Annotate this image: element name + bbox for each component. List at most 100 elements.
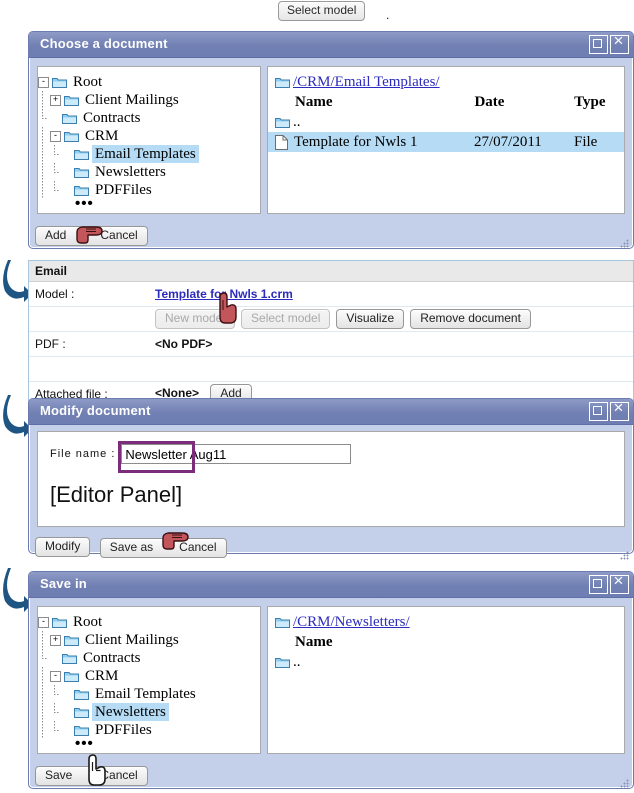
current-path-row[interactable]: /CRM/Email Templates/ xyxy=(268,72,624,92)
pdf-row: PDF : <No PDF> xyxy=(29,332,633,357)
maximize-icon[interactable] xyxy=(589,35,608,54)
choose-document-dialog[interactable]: Choose a document - Root + Client Mailings C… xyxy=(28,31,634,249)
folder-tree-pane[interactable]: - Root + Client Mailings Contracts - CRM Email … xyxy=(37,606,261,754)
folder-icon xyxy=(64,670,79,682)
model-action-buttons: New model Select model Visualize Remove doc… xyxy=(155,309,627,329)
expand-icon[interactable]: + xyxy=(50,634,61,646)
cancel-button[interactable]: Cancel xyxy=(100,228,137,242)
tree-node-contracts[interactable]: Contracts xyxy=(38,109,260,127)
save-in-title: Save in xyxy=(40,576,87,591)
filename-input-wrapper[interactable] xyxy=(118,441,352,473)
cell-date: 27/07/2011 xyxy=(474,134,542,150)
tree-node-crm[interactable]: - CRM xyxy=(38,667,260,685)
resize-grip[interactable] xyxy=(619,239,629,249)
expand-icon[interactable]: + xyxy=(50,94,61,106)
tree-node-label: Root xyxy=(73,614,103,630)
modify-button[interactable]: Modify xyxy=(35,537,91,557)
table-row[interactable]: .. xyxy=(268,112,624,132)
tree-indent-guide xyxy=(38,181,47,199)
folder-icon xyxy=(74,148,89,160)
cancel-button[interactable]: Cancel xyxy=(179,540,216,554)
file-list-rows: .. Template for Nwls 1 27/07/2011 File xyxy=(268,112,624,152)
tree-node-label: PDFFiles xyxy=(95,182,152,198)
visualize-button[interactable]: Visualize xyxy=(336,309,405,329)
save-as-button[interactable]: Save as xyxy=(110,540,153,554)
folder-icon xyxy=(275,116,290,128)
add-cancel-button-group[interactable]: Add Cancel xyxy=(35,226,148,246)
folder-tree[interactable]: - Root + Client Mailings Contracts - CRM Email … xyxy=(38,607,260,739)
folder-icon xyxy=(275,616,290,628)
filename-input[interactable] xyxy=(121,444,352,464)
save-in-dialog[interactable]: Save in - Root + Client Mailings Contracts - C… xyxy=(28,571,634,789)
file-list-pane[interactable]: /CRM/Newsletters/ Name .. xyxy=(267,606,625,754)
tree-node-newsletters[interactable]: Newsletters xyxy=(38,163,260,181)
modify-document-dialog[interactable]: Modify document File name : [Editor Pane… xyxy=(28,398,634,562)
select-model-button-top[interactable]: Select model xyxy=(278,1,366,21)
save-in-titlebar[interactable]: Save in xyxy=(29,572,633,598)
add-button[interactable]: Add xyxy=(45,228,66,242)
cell-name: .. xyxy=(293,654,301,670)
current-path-row[interactable]: /CRM/Newsletters/ xyxy=(268,612,624,632)
top-toolbar: Select model . xyxy=(0,0,634,24)
tree-node-client-mailings[interactable]: + Client Mailings xyxy=(38,91,260,109)
choose-document-titlebar[interactable]: Choose a document xyxy=(29,32,633,58)
tree-indent-guide xyxy=(38,127,47,145)
collapse-icon[interactable]: - xyxy=(50,670,61,682)
tree-node-pdffiles[interactable]: PDFFiles xyxy=(38,721,260,739)
save-in-body: - Root + Client Mailings Contracts - CRM Email … xyxy=(29,598,633,762)
save-button[interactable]: Save xyxy=(45,768,72,782)
table-row[interactable]: .. xyxy=(268,652,624,672)
close-icon[interactable] xyxy=(610,572,629,594)
table-row[interactable]: Template for Nwls 1 27/07/2011 File xyxy=(268,132,624,152)
resize-grip[interactable] xyxy=(619,551,629,562)
resize-grip[interactable] xyxy=(619,779,629,789)
close-icon[interactable] xyxy=(610,399,629,421)
tree-node-label: Newsletters xyxy=(92,703,169,721)
collapse-icon[interactable]: - xyxy=(38,616,49,628)
choose-document-title: Choose a document xyxy=(40,36,168,51)
tree-indent-guide xyxy=(50,145,59,163)
save-cancel-button-group[interactable]: Save Cancel xyxy=(35,766,148,786)
saveas-cancel-button-group[interactable]: Save as Cancel xyxy=(99,538,227,559)
current-path-link[interactable]: /CRM/Newsletters/ xyxy=(293,612,410,632)
tree-node-newsletters[interactable]: Newsletters xyxy=(38,703,260,721)
editor-panel-placeholder: [Editor Panel] xyxy=(50,482,183,507)
tree-indent-guide xyxy=(38,109,47,127)
folder-tree[interactable]: - Root + Client Mailings Contracts - CRM Email … xyxy=(38,67,260,199)
tree-indent-guide xyxy=(38,649,47,667)
tree-node-label: Contracts xyxy=(83,650,141,666)
current-path-link[interactable]: /CRM/Email Templates/ xyxy=(293,72,440,92)
maximize-icon[interactable] xyxy=(589,575,608,594)
folder-icon xyxy=(62,652,77,664)
tree-node-label: CRM xyxy=(85,668,119,684)
tree-node-email-templates[interactable]: Email Templates xyxy=(38,145,260,163)
cancel-button[interactable]: Cancel xyxy=(100,768,137,782)
tree-node-root[interactable]: - Root xyxy=(38,613,260,631)
file-icon xyxy=(275,134,288,150)
tree-node-root[interactable]: - Root xyxy=(38,73,260,91)
collapse-icon[interactable]: - xyxy=(38,76,49,88)
folder-tree-pane[interactable]: - Root + Client Mailings Contracts - CRM Email … xyxy=(37,66,261,214)
file-list-header: Name xyxy=(268,632,624,652)
maximize-icon[interactable] xyxy=(589,402,608,421)
modify-document-body: File name : [Editor Panel] xyxy=(29,425,633,533)
tree-node-pdffiles[interactable]: PDFFiles xyxy=(38,181,260,199)
trailing-period: . xyxy=(386,8,390,22)
collapse-icon[interactable]: - xyxy=(50,130,61,142)
tree-node-crm[interactable]: - CRM xyxy=(38,127,260,145)
close-icon[interactable] xyxy=(610,32,629,54)
folder-icon xyxy=(74,184,89,196)
save-in-footer: Save Cancel xyxy=(29,762,633,792)
file-list-pane[interactable]: /CRM/Email Templates/ Name Date Type .. T… xyxy=(267,66,625,214)
tree-node-email-templates[interactable]: Email Templates xyxy=(38,685,260,703)
remove-document-button[interactable]: Remove document xyxy=(410,309,531,329)
tree-node-label: PDFFiles xyxy=(95,722,152,738)
tree-node-contracts[interactable]: Contracts xyxy=(38,649,260,667)
model-link[interactable]: Template for Nwls 1.crm xyxy=(155,287,293,301)
tree-node-client-mailings[interactable]: + Client Mailings xyxy=(38,631,260,649)
modify-document-titlebar[interactable]: Modify document xyxy=(29,399,633,425)
